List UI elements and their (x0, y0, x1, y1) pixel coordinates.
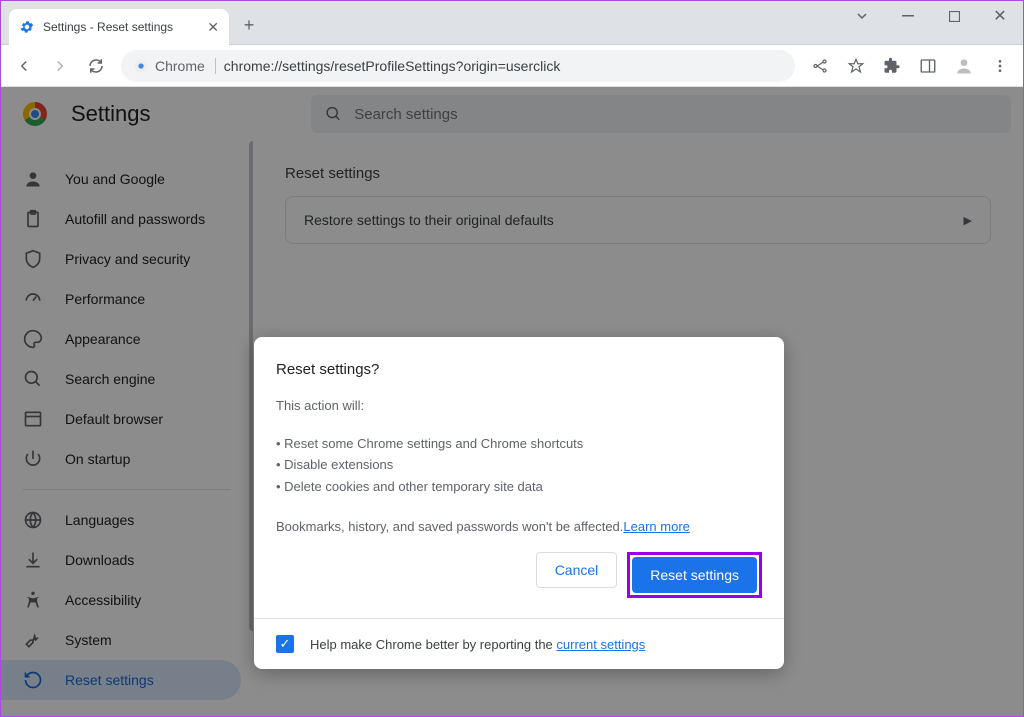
dialog-bullets: • Reset some Chrome settings and Chrome … (276, 433, 762, 497)
sidepanel-icon[interactable] (911, 49, 945, 83)
dialog-lead: This action will: (276, 398, 762, 413)
back-button[interactable] (7, 49, 41, 83)
dialog-bullet: • Disable extensions (276, 454, 762, 475)
dialog-footnote: Bookmarks, history, and saved passwords … (276, 519, 762, 534)
highlight-annotation: Reset settings (627, 552, 762, 598)
browser-tab[interactable]: Settings - Reset settings ✕ (9, 9, 229, 45)
window-title-bar: Settings - Reset settings ✕ + ✕ (1, 1, 1023, 45)
window-maximize-button[interactable] (931, 1, 977, 31)
browser-toolbar: Chrome chrome://settings/resetProfileSet… (1, 45, 1023, 87)
window-close-button[interactable]: ✕ (977, 1, 1023, 31)
chrome-icon (133, 58, 149, 74)
reset-settings-dialog: Reset settings? This action will: • Rese… (254, 337, 784, 669)
share-icon[interactable] (803, 49, 837, 83)
learn-more-link[interactable]: Learn more (623, 519, 689, 534)
gear-icon (19, 19, 35, 35)
reload-button[interactable] (79, 49, 113, 83)
dialog-bullet: • Delete cookies and other temporary sit… (276, 476, 762, 497)
forward-button[interactable] (43, 49, 77, 83)
cancel-button[interactable]: Cancel (536, 552, 618, 588)
url-text: chrome://settings/resetProfileSettings?o… (224, 58, 561, 74)
address-bar[interactable]: Chrome chrome://settings/resetProfileSet… (121, 50, 795, 82)
dialog-bullet: • Reset some Chrome settings and Chrome … (276, 433, 762, 454)
report-checkbox[interactable]: ✓ (276, 635, 294, 653)
tab-close-button[interactable]: ✕ (207, 19, 219, 36)
report-label: Help make Chrome better by reporting the… (310, 637, 645, 652)
extensions-icon[interactable] (875, 49, 909, 83)
current-settings-link[interactable]: current settings (556, 637, 645, 652)
chevron-down-icon[interactable] (839, 1, 885, 31)
dialog-title: Reset settings? (276, 361, 762, 378)
chrome-origin-label: Chrome (155, 58, 205, 74)
bookmark-icon[interactable] (839, 49, 873, 83)
tab-title: Settings - Reset settings (43, 20, 173, 34)
reset-settings-button[interactable]: Reset settings (632, 557, 757, 593)
kebab-menu-icon[interactable] (983, 49, 1017, 83)
new-tab-button[interactable]: + (235, 11, 263, 39)
profile-icon[interactable] (947, 49, 981, 83)
window-minimize-button[interactable] (885, 1, 931, 31)
